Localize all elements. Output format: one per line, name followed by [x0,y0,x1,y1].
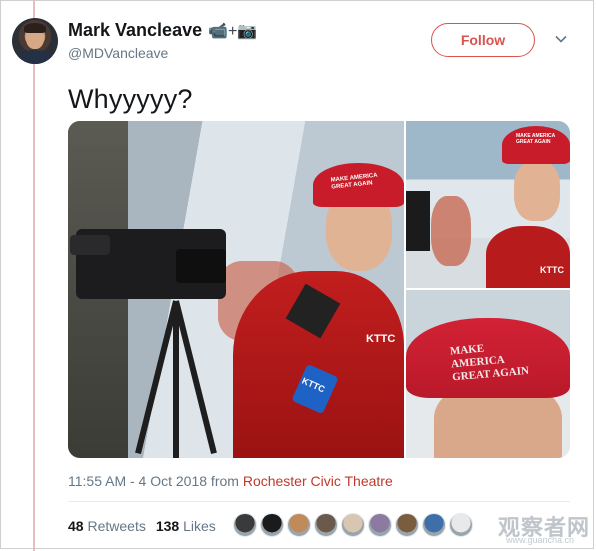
photo-grid: MAKE AMERICA GREAT AGAIN KTTC KTTC MAKE … [68,121,570,458]
background-person [431,196,471,266]
likes-label: Likes [183,518,216,534]
timestamp[interactable]: 11:55 AM - 4 Oct 2018 from [68,473,239,489]
liker-avatar[interactable] [341,513,365,537]
video-camera [70,229,226,299]
author-emoji: 📹+📷 [208,22,258,40]
thread-line [33,0,35,551]
tripod [128,300,228,458]
liker-avatar[interactable] [449,513,473,537]
chevron-down-icon[interactable] [555,33,567,45]
cap-text: MAKE AMERICA GREAT AGAIN [516,133,556,145]
retweets-count: 48 [68,518,84,534]
cap-text: MAKE AMERICA GREAT AGAIN [449,342,530,384]
red-cap [502,126,570,164]
author-handle[interactable]: @MDVancleave [68,45,168,61]
avatar-hair [24,23,46,33]
liker-avatar[interactable] [368,513,392,537]
tweet-meta: 11:55 AM - 4 Oct 2018 from Rochester Civ… [68,473,393,489]
author-name-row[interactable]: Mark Vancleave 📹+📷 [68,20,257,41]
photo-bottom-right[interactable]: MAKE AMERICA GREAT AGAIN [406,290,570,458]
liker-avatar[interactable] [422,513,446,537]
follow-button[interactable]: Follow [431,23,535,57]
jacket-logo: KTTC [366,333,396,345]
avatar-shirt [16,50,54,64]
reporter-jacket [233,271,404,458]
microphone-flag-text: KTTC [300,375,327,395]
liker-avatar[interactable] [233,513,257,537]
tweet-text: Whyyyyy? [68,84,193,114]
author-name[interactable]: Mark Vancleave [68,20,202,41]
reporter-jacket [486,226,570,288]
liker-avatar[interactable] [314,513,338,537]
photo-top-right[interactable]: MAKE AMERICA GREAT AGAIN KTTC [406,121,570,288]
likes-count: 138 [155,518,180,534]
engagement-stats: 48 Retweets 138 Likes [68,518,216,534]
divider [68,501,570,502]
retweets-stat[interactable]: 48 Retweets [68,518,146,534]
liker-avatar[interactable] [260,513,284,537]
avatar[interactable] [12,18,58,64]
photo-main[interactable]: MAKE AMERICA GREAT AGAIN KTTC KTTC [68,121,404,458]
camera-fragment [406,191,430,251]
watermark-url: www.guancha.cn [506,535,575,545]
retweets-label: Retweets [87,518,146,534]
location-link[interactable]: Rochester Civic Theatre [243,473,393,489]
reporter-face [514,161,560,221]
liker-avatar[interactable] [287,513,311,537]
liker-avatar[interactable] [395,513,419,537]
liker-avatars [233,513,473,537]
jacket-logo: KTTC [540,265,564,275]
likes-stat[interactable]: 138 Likes [156,518,216,534]
